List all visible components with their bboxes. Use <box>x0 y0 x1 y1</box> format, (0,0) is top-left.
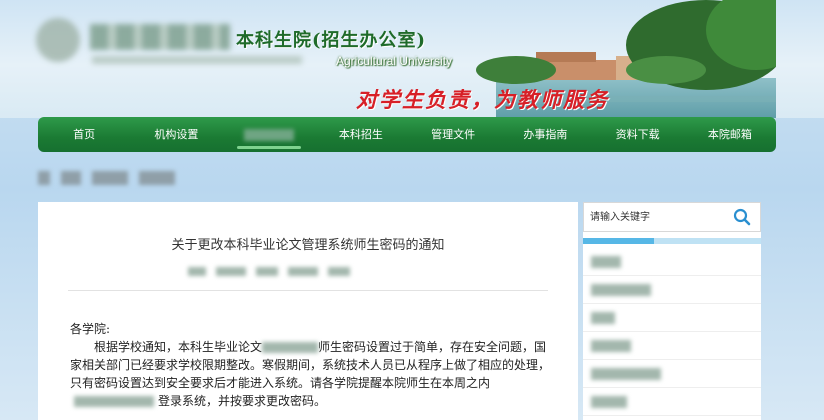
university-english-name: Agricultural University <box>336 54 453 68</box>
breadcrumb-redacted <box>92 170 129 185</box>
article-panel: 关于更改本科毕业论文管理系统师生密码的通知 各学院: 根据学校通知，本科生毕业论… <box>38 202 578 420</box>
nav-item-guide[interactable]: 办事指南 <box>499 117 591 152</box>
redacted-text <box>591 255 621 268</box>
school-subtitle-redacted <box>92 56 302 64</box>
paragraph-text: 登录系统，并按要求更改密码。 <box>158 394 327 408</box>
divider <box>68 290 548 291</box>
list-item[interactable] <box>583 276 761 304</box>
school-name-redacted <box>90 24 230 50</box>
nav-item-mailbox[interactable]: 本院邮箱 <box>684 117 776 152</box>
main-nav: 首页 机构设置 本科招生 管理文件 办事指南 资料下载 本院邮箱 <box>38 117 776 152</box>
slogan: 对学生负责，为教师服务 <box>356 87 609 112</box>
article-paragraph: 根据学校通知，本科生毕业论文 师生密码设置过于简单，存在安全问题，国家相关部门已经… <box>70 338 554 410</box>
breadcrumb-redacted <box>38 170 50 185</box>
meta-redacted <box>288 266 318 276</box>
redacted-text <box>591 395 627 408</box>
redacted-text <box>591 367 661 380</box>
breadcrumb <box>38 167 198 187</box>
article-title: 关于更改本科毕业论文管理系统师生密码的通知 <box>171 238 445 253</box>
meta-redacted <box>216 266 246 276</box>
search-input[interactable] <box>590 208 730 226</box>
list-item[interactable] <box>583 248 761 276</box>
redacted-text <box>262 342 319 353</box>
list-item[interactable] <box>583 388 761 416</box>
sidebar-list <box>583 248 761 416</box>
salutation: 各学院: <box>70 322 111 336</box>
list-item[interactable] <box>583 360 761 388</box>
nav-item-downloads[interactable]: 资料下载 <box>592 117 684 152</box>
site-banner: 本科生院(招生办公室) Agricultural University 对学生负… <box>0 0 824 118</box>
list-item[interactable] <box>583 332 761 360</box>
meta-redacted <box>188 266 206 276</box>
article-meta <box>188 266 428 276</box>
office-title: 本科生院(招生办公室) <box>236 30 427 51</box>
list-item[interactable] <box>583 304 761 332</box>
redacted-label <box>243 129 294 141</box>
search-icon[interactable] <box>732 207 752 227</box>
nav-item-admissions[interactable]: 本科招生 <box>315 117 407 152</box>
search-box <box>583 202 761 232</box>
article-body: 各学院: 根据学校通知，本科生毕业论文 师生密码设置过于简单，存在安全问题，国家相… <box>70 320 554 410</box>
breadcrumb-redacted <box>139 170 176 185</box>
meta-redacted <box>328 266 350 276</box>
breadcrumb-redacted <box>61 170 82 185</box>
nav-item-home[interactable]: 首页 <box>38 117 130 152</box>
redacted-text <box>591 339 631 352</box>
nav-item-redacted[interactable] <box>223 117 315 152</box>
redacted-text <box>74 396 154 407</box>
redacted-text <box>591 283 651 296</box>
sidebar <box>583 202 761 420</box>
nav-item-regulations[interactable]: 管理文件 <box>407 117 499 152</box>
nav-item-organization[interactable]: 机构设置 <box>130 117 222 152</box>
meta-redacted <box>256 266 278 276</box>
paragraph-text: 根据学校通知，本科生毕业论文 <box>94 340 263 354</box>
redacted-text <box>591 311 615 324</box>
sidebar-tab-bar[interactable] <box>583 238 761 244</box>
school-logo-icon <box>36 18 80 62</box>
